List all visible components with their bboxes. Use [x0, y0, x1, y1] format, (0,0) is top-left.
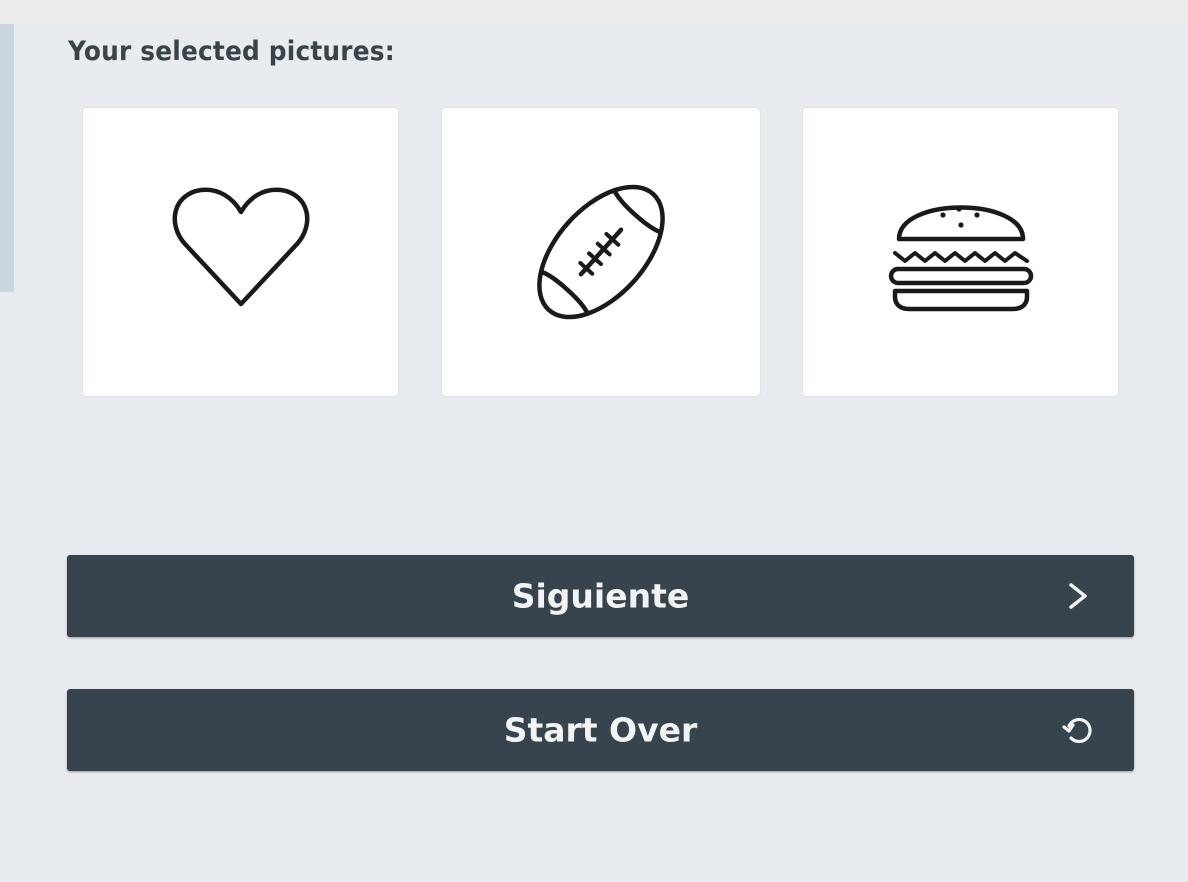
selected-pictures-heading: Your selected pictures:: [68, 36, 395, 67]
top-bar: [0, 0, 1188, 24]
start-over-button[interactable]: Start Over: [67, 689, 1134, 771]
heart-icon: [172, 187, 309, 307]
chevron-right-icon: [1069, 583, 1087, 609]
side-accent-strip: [0, 24, 14, 292]
selected-picture-card-football[interactable]: [442, 108, 760, 396]
hamburger-icon: [888, 205, 1033, 312]
restart-icon: [1062, 717, 1092, 744]
selected-picture-card-hamburger[interactable]: [803, 108, 1118, 396]
selected-picture-card-heart[interactable]: [83, 108, 398, 396]
next-button[interactable]: Siguiente: [67, 555, 1134, 637]
start-over-button-label: Start Over: [503, 710, 698, 750]
football-icon: [537, 184, 665, 320]
next-button-label: Siguiente: [511, 576, 690, 616]
